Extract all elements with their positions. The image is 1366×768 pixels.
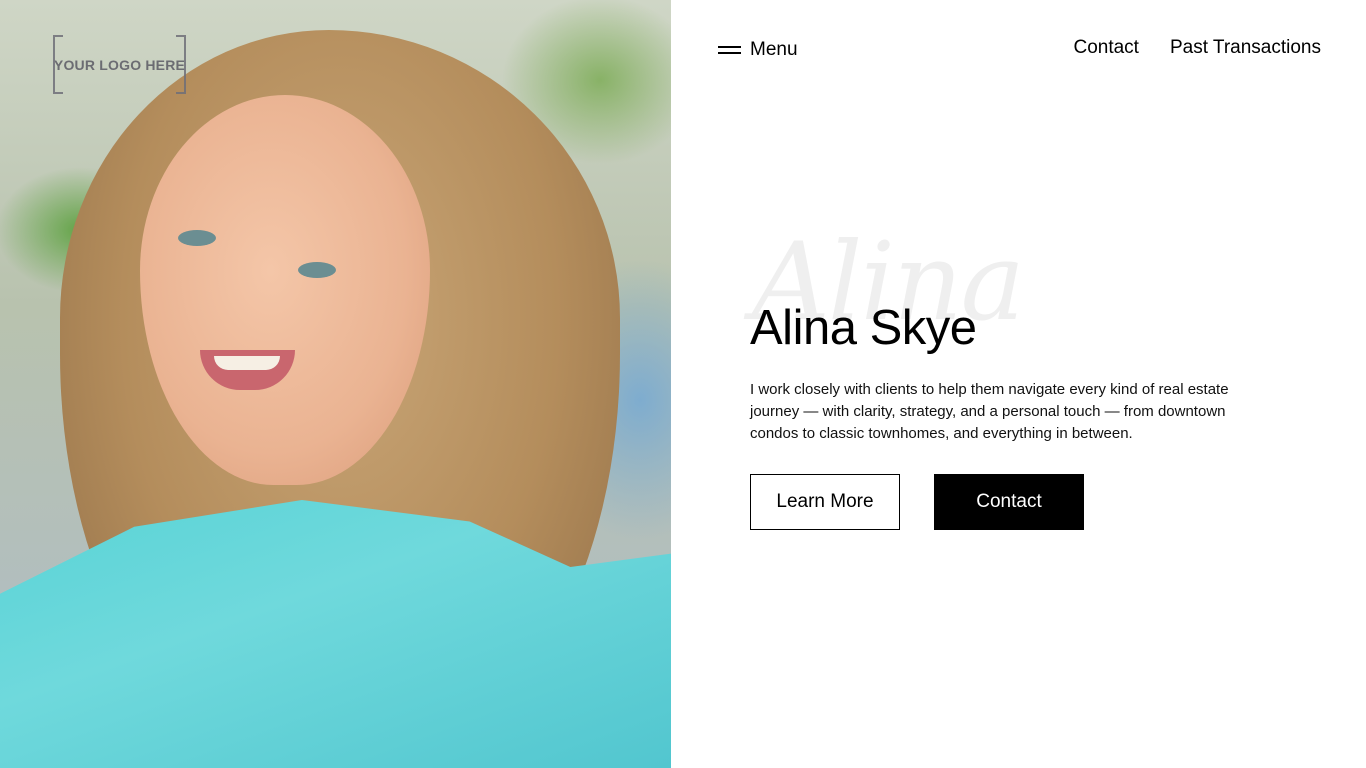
site-logo[interactable]: YOUR LOGO HERE — [53, 35, 186, 94]
contact-button[interactable]: Contact — [934, 474, 1084, 530]
agent-bio: I work closely with clients to help them… — [750, 381, 1229, 442]
menu-button[interactable]: Menu — [718, 37, 798, 63]
learn-more-button[interactable]: Learn More — [750, 474, 900, 530]
agent-photo: YOUR LOGO HERE — [0, 0, 671, 768]
menu-label: Menu — [750, 39, 798, 60]
top-nav: Contact Past Transactions — [1073, 37, 1321, 59]
nav-link-past-transactions[interactable]: Past Transactions — [1170, 37, 1321, 59]
hamburger-icon — [718, 46, 741, 54]
logo-text: YOUR LOGO HERE — [53, 56, 186, 73]
nav-link-contact[interactable]: Contact — [1073, 37, 1138, 59]
agent-name: Alina Skye — [750, 301, 977, 355]
